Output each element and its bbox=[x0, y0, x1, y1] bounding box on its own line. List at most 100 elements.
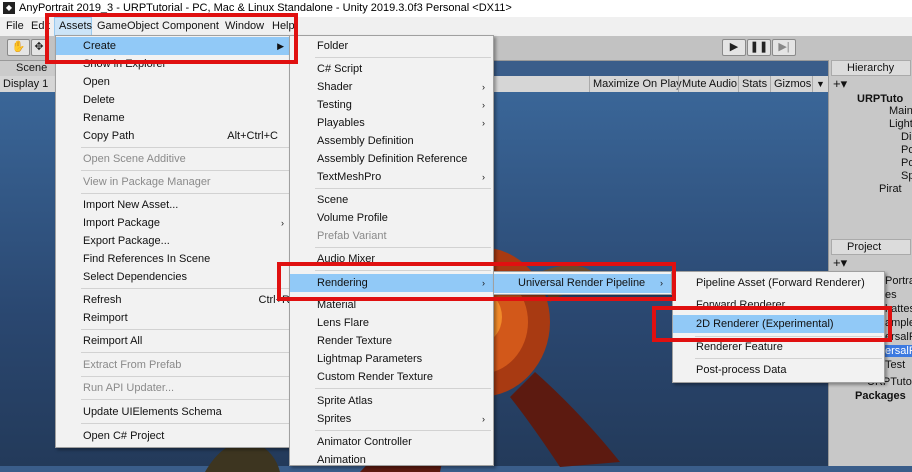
menu-separator bbox=[695, 358, 882, 359]
menu-item-pipeline-asset[interactable]: Pipeline Asset (Forward Renderer) bbox=[673, 274, 884, 292]
menu-separator bbox=[81, 170, 290, 171]
menu-bar: File Edit Assets GameObject Component Wi… bbox=[0, 17, 912, 36]
display-select[interactable]: Display 1 bbox=[0, 76, 51, 92]
menu-item-testing[interactable]: Testing › bbox=[290, 96, 493, 114]
move-tool-icon[interactable]: ✥ bbox=[31, 39, 47, 56]
hierarchy-row[interactable]: Light bbox=[889, 118, 912, 130]
maximize-on-play-toggle[interactable]: Maximize On Play bbox=[589, 76, 685, 92]
pause-icon[interactable]: ❚❚ bbox=[747, 39, 771, 56]
menu-help[interactable]: Help bbox=[268, 17, 299, 36]
menu-item-open-csharp-project[interactable]: Open C# Project bbox=[56, 427, 292, 445]
menu-item-view-in-package-manager: View in Package Manager bbox=[83, 176, 211, 188]
menu-item-assembly-definition[interactable]: Assembly Definition bbox=[290, 132, 493, 150]
menu-item-import-new-asset[interactable]: Import New Asset... bbox=[56, 196, 292, 214]
menu-item-lens-flare[interactable]: Lens Flare bbox=[290, 314, 493, 332]
menu-edit[interactable]: Edit bbox=[27, 17, 54, 36]
chevron-right-icon: › bbox=[482, 414, 485, 424]
menu-item-show-in-explorer[interactable]: Show in Explorer bbox=[56, 55, 292, 73]
menu-item-scene[interactable]: Scene bbox=[290, 191, 493, 209]
menu-item-volume-profile[interactable]: Volume Profile bbox=[290, 209, 493, 227]
hierarchy-row[interactable]: Dire bbox=[901, 131, 912, 143]
hierarchy-panel: Hierarchy +▾ URPTuto Main Light Dire Poi… bbox=[828, 60, 912, 238]
menu-gameobject[interactable]: GameObject bbox=[93, 17, 163, 36]
project-row[interactable]: Test bbox=[885, 359, 905, 371]
menu-item-csharp-script[interactable]: C# Script bbox=[290, 60, 493, 78]
menu-item-universal-render-pipeline[interactable]: Universal Render Pipeline › bbox=[494, 274, 671, 293]
menu-item-sprites[interactable]: Sprites › bbox=[290, 410, 493, 428]
menu-window[interactable]: Window bbox=[221, 17, 268, 36]
tab-scene[interactable]: Scene bbox=[0, 61, 56, 77]
menu-item-folder[interactable]: Folder bbox=[290, 37, 493, 55]
gizmos-chevron-icon[interactable]: ▼ bbox=[812, 76, 828, 92]
hierarchy-row[interactable]: Main bbox=[889, 105, 912, 117]
stats-toggle[interactable]: Stats bbox=[738, 76, 770, 92]
menu-item-material[interactable]: Material bbox=[290, 296, 493, 314]
menu-item-reimport[interactable]: Reimport bbox=[56, 309, 292, 327]
menu-item-create[interactable]: Create ▶ bbox=[56, 37, 292, 55]
menu-item-rendering[interactable]: Rendering › bbox=[290, 274, 493, 292]
menu-item-assembly-definition-reference[interactable]: Assembly Definition Reference bbox=[290, 150, 493, 168]
menu-file[interactable]: File bbox=[2, 17, 28, 36]
menu-separator bbox=[315, 430, 491, 431]
menu-separator bbox=[695, 336, 882, 337]
project-row[interactable]: Portra bbox=[885, 275, 912, 287]
menu-item-post-process-data[interactable]: Post-process Data bbox=[673, 361, 884, 379]
menu-item-animation[interactable]: Animation bbox=[290, 451, 493, 469]
menu-item-reimport-all[interactable]: Reimport All bbox=[56, 332, 292, 350]
add-icon[interactable]: +▾ bbox=[833, 255, 847, 271]
menu-item-textmeshpro[interactable]: TextMeshPro › bbox=[290, 168, 493, 186]
gizmos-dropdown[interactable]: Gizmos bbox=[770, 76, 814, 92]
tab-project[interactable]: Project bbox=[831, 239, 911, 255]
scene-row[interactable]: URPTuto bbox=[857, 93, 903, 105]
step-icon[interactable]: ▶| bbox=[772, 39, 796, 56]
menu-item-renderer-feature[interactable]: Renderer Feature bbox=[673, 338, 884, 356]
menu-item-copy-path[interactable]: Copy Path Alt+Ctrl+C bbox=[56, 127, 292, 145]
add-icon[interactable]: +▾ bbox=[833, 76, 847, 92]
tab-hierarchy[interactable]: Hierarchy bbox=[831, 60, 911, 76]
menu-item-forward-renderer[interactable]: Forward Renderer bbox=[673, 296, 884, 314]
hierarchy-row[interactable]: Poi bbox=[901, 144, 912, 156]
chevron-right-icon: › bbox=[482, 118, 485, 128]
menu-separator bbox=[81, 399, 290, 400]
play-icon[interactable]: ▶ bbox=[722, 39, 746, 56]
menu-assets[interactable]: Assets bbox=[54, 17, 92, 36]
chevron-right-icon: ▶ bbox=[277, 41, 284, 51]
menu-item-select-dependencies[interactable]: Select Dependencies bbox=[56, 268, 292, 286]
menu-item-run-api-updater: Run API Updater... bbox=[83, 382, 175, 394]
menu-item-animator-controller[interactable]: Animator Controller bbox=[290, 433, 493, 451]
project-row-selected[interactable]: ersalR bbox=[885, 345, 912, 357]
menu-item-render-texture[interactable]: Render Texture bbox=[290, 332, 493, 350]
project-row[interactable]: hattes bbox=[885, 303, 912, 315]
menu-item-lightmap-parameters[interactable]: Lightmap Parameters bbox=[290, 350, 493, 368]
hierarchy-row[interactable]: Spo bbox=[901, 170, 912, 182]
menu-component[interactable]: Component bbox=[158, 17, 223, 36]
menu-item-shader[interactable]: Shader › bbox=[290, 78, 493, 96]
project-row[interactable]: es bbox=[885, 289, 897, 301]
packages-folder[interactable]: Packages bbox=[855, 390, 906, 402]
menu-separator bbox=[81, 376, 290, 377]
project-row[interactable]: ersalR bbox=[885, 331, 912, 343]
scene-tab-label: Scene bbox=[16, 62, 48, 74]
menu-item-audio-mixer[interactable]: Audio Mixer bbox=[290, 250, 493, 268]
menu-item-open[interactable]: Open bbox=[56, 73, 292, 91]
menu-item-refresh[interactable]: Refresh Ctrl+R bbox=[56, 291, 292, 309]
menu-item-custom-render-texture[interactable]: Custom Render Texture bbox=[290, 368, 493, 386]
menu-item-rename[interactable]: Rename bbox=[56, 109, 292, 127]
window-title-bar: ◆ AnyPortrait 2019_3 - URPTutorial - PC,… bbox=[0, 0, 912, 17]
project-row[interactable]: ample bbox=[885, 317, 912, 329]
menu-item-playables[interactable]: Playables › bbox=[290, 114, 493, 132]
menu-separator bbox=[81, 329, 290, 330]
menu-item-update-uielements-schema[interactable]: Update UIElements Schema bbox=[56, 403, 292, 421]
menu-item-import-package[interactable]: Import Package › bbox=[56, 214, 292, 232]
hierarchy-row[interactable]: Poi bbox=[901, 157, 912, 169]
hierarchy-row[interactable]: Pirat bbox=[879, 183, 902, 195]
menu-item-sprite-atlas[interactable]: Sprite Atlas bbox=[290, 392, 493, 410]
menu-item-export-package[interactable]: Export Package... bbox=[56, 232, 292, 250]
mute-audio-toggle[interactable]: Mute Audio bbox=[678, 76, 740, 92]
hand-tool-icon[interactable]: ✋ bbox=[7, 39, 30, 56]
menu-item-find-references[interactable]: Find References In Scene bbox=[56, 250, 292, 268]
menu-separator bbox=[315, 388, 491, 389]
menu-item-2d-renderer[interactable]: 2D Renderer (Experimental) bbox=[673, 315, 884, 333]
menu-item-delete[interactable]: Delete bbox=[56, 91, 292, 109]
menu-item-prefab-variant: Prefab Variant bbox=[317, 230, 387, 242]
